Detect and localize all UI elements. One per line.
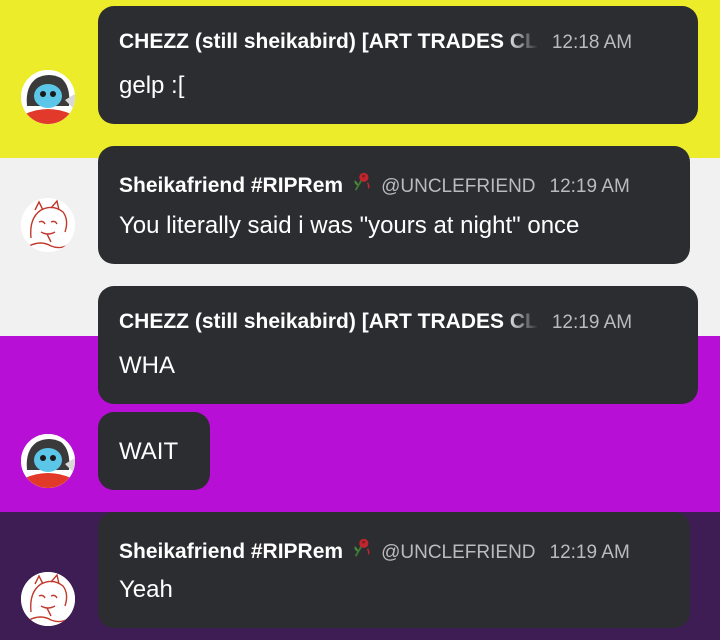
message-text: Yeah [119,576,173,603]
user-handle[interactable]: @UNCLEFRIEND [381,542,535,564]
message-text: WHA [119,352,175,379]
message-bubble[interactable]: Sheikafriend #RIPRem @UNCLEFRIEND 12:19 … [98,146,690,264]
author-name[interactable]: CHEZZ (still sheikabird) [ART TRADES CL [119,310,538,334]
message-text: WAIT [119,438,179,465]
sheikafriend-avatar[interactable] [21,572,75,626]
message-text: You literally said i was "yours at night… [119,212,580,239]
timestamp: 12:19 AM [551,312,633,333]
chezz-avatar[interactable] [21,70,75,124]
user-handle[interactable]: @UNCLEFRIEND [381,176,535,198]
author-name[interactable]: CHEZZ (still sheikabird) [ART TRADES CL [119,30,538,54]
chezz-avatar[interactable] [21,434,75,488]
message-bubble[interactable]: WAIT [98,412,210,490]
author-name[interactable]: Sheikafriend #RIPRem [119,540,343,564]
message-text: gelp :[ [119,72,185,99]
sheikafriend-avatar[interactable] [21,198,75,252]
wilted-rose-icon [354,538,370,557]
message-bubble[interactable]: Sheikafriend #RIPRem @UNCLEFRIEND 12:19 … [98,512,690,628]
author-name[interactable]: Sheikafriend #RIPRem [119,174,343,198]
timestamp: 12:19 AM [549,542,630,563]
timestamp: 12:18 AM [551,32,633,53]
message-bubble[interactable]: CHEZZ (still sheikabird) [ART TRADES CL … [98,6,698,124]
message-bubble[interactable]: CHEZZ (still sheikabird) [ART TRADES CL … [98,286,698,404]
wilted-rose-icon [354,172,370,191]
timestamp: 12:19 AM [549,176,630,197]
